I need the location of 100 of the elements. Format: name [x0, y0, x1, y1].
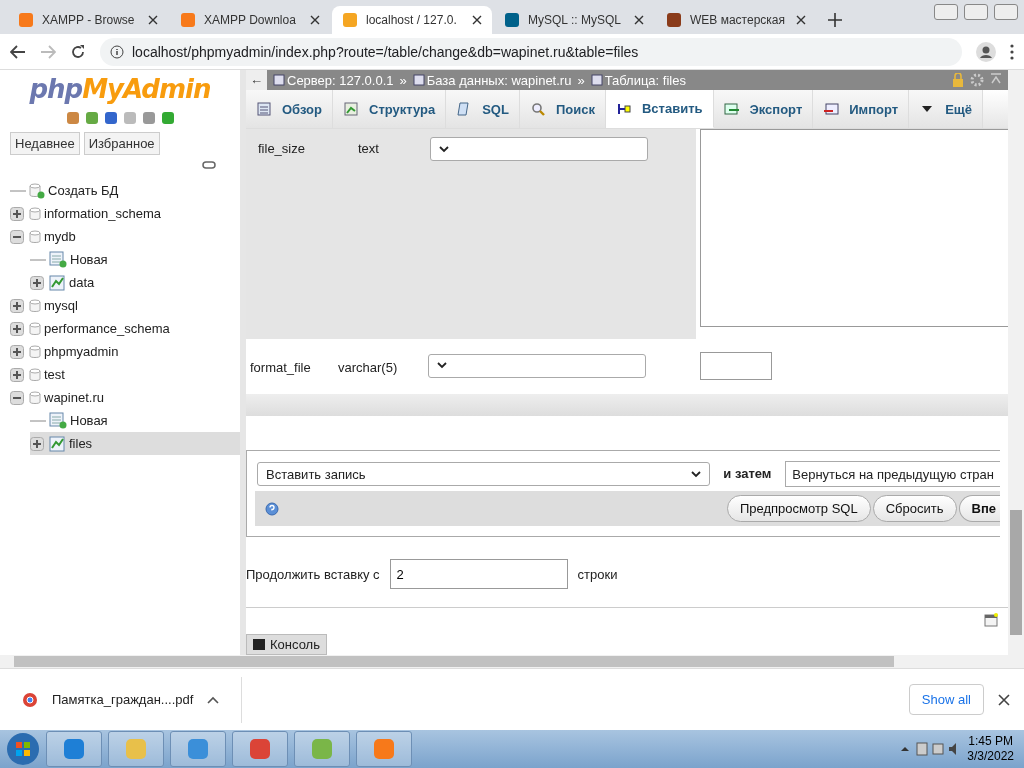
reload-icon[interactable]: [70, 43, 86, 60]
browser-tab[interactable]: XAMPP Downloa: [170, 6, 330, 34]
toolbar-icon[interactable]: [102, 110, 119, 126]
help-icon[interactable]: [265, 501, 279, 516]
clock[interactable]: 1:45 PM 3/3/2022: [967, 734, 1014, 764]
tree-item-label[interactable]: Создать БД: [48, 183, 119, 198]
favicon-icon: [504, 12, 520, 28]
tree-row[interactable]: Новая: [30, 409, 240, 432]
horizontal-scrollbar[interactable]: [0, 655, 1024, 668]
toolbar-icon[interactable]: [83, 110, 100, 126]
breadcrumb-link[interactable]: Таблица: files: [604, 72, 686, 88]
breadcrumb-link[interactable]: Сервер: 127.0.0.1: [287, 72, 394, 88]
terminal-icon: [253, 639, 265, 650]
minimize-button[interactable]: [934, 4, 958, 20]
toolbar-icon[interactable]: [64, 110, 81, 126]
address-bar[interactable]: localhost/phpmyadmin/index.php?route=/table/change&db=wapinet.ru&table=files: [100, 37, 962, 66]
form-button[interactable]: Предпросмотр SQL: [726, 495, 871, 522]
close-icon[interactable]: [998, 693, 1010, 706]
tab[interactable]: Ещё: [909, 90, 983, 128]
taskbar-app-button[interactable]: [46, 731, 102, 767]
browser-tab[interactable]: XAMPP - Browse: [8, 6, 168, 34]
browser-tab[interactable]: localhost / 127.0.: [332, 6, 492, 34]
back-icon[interactable]: [10, 44, 26, 59]
chevron-up-icon[interactable]: [207, 695, 220, 704]
form-button[interactable]: Сбросить: [872, 495, 957, 522]
close-icon[interactable]: [634, 15, 644, 25]
favicon-icon: [180, 12, 196, 28]
after-insert-dropdown[interactable]: Вернуться на предыдущую стран: [785, 461, 1000, 487]
tree-item-label[interactable]: files: [69, 436, 93, 451]
expand-icon[interactable]: [10, 321, 26, 336]
insert-mode-dropdown[interactable]: Вставить запись: [257, 462, 710, 486]
tree-row[interactable]: Новая: [30, 248, 240, 271]
row-count-input[interactable]: 2: [389, 559, 568, 589]
notepad-icon[interactable]: [984, 613, 998, 627]
tab[interactable]: Поиск: [519, 90, 606, 128]
expand-icon[interactable]: [10, 298, 26, 313]
download-item[interactable]: Памятка_граждан....pdf: [0, 676, 243, 723]
expand-icon[interactable]: [10, 367, 26, 382]
start-button-icon[interactable]: [6, 732, 40, 766]
value-input[interactable]: [700, 351, 772, 380]
tree-row[interactable]: mysql: [10, 294, 240, 317]
tree-row[interactable]: wapinet.ru: [10, 386, 240, 409]
function-dropdown[interactable]: [430, 137, 648, 161]
tab[interactable]: SQL: [446, 90, 520, 128]
close-icon[interactable]: [796, 15, 806, 25]
taskbar-app-button[interactable]: [232, 731, 288, 767]
tab[interactable]: Обзор: [246, 90, 333, 128]
sidebar-tab-button[interactable]: Избранное: [83, 132, 160, 155]
expand-icon[interactable]: [10, 344, 26, 359]
database-icon: [29, 344, 41, 359]
expand-icon[interactable]: [10, 206, 26, 221]
tab[interactable]: Структура: [333, 90, 447, 128]
tree-item-label[interactable]: Новая: [70, 252, 108, 267]
tree-row[interactable]: Создать БД: [10, 179, 240, 202]
tree-row[interactable]: files: [30, 432, 240, 455]
function-dropdown[interactable]: [428, 353, 646, 378]
vertical-scrollbar[interactable]: [1008, 70, 1024, 655]
link-icon[interactable]: [202, 161, 216, 169]
close-icon[interactable]: [310, 15, 320, 25]
close-button[interactable]: [994, 4, 1018, 20]
expand-icon[interactable]: [30, 275, 46, 290]
tab[interactable]: Вставить: [605, 90, 714, 128]
tree-row[interactable]: information_schema: [10, 202, 240, 225]
tree-row[interactable]: phpmyadmin: [10, 340, 240, 363]
show-all-button[interactable]: Show all: [908, 684, 984, 715]
back-link[interactable]: ←: [246, 70, 267, 90]
sidebar-tab-button[interactable]: Недавнее: [10, 132, 80, 155]
close-icon[interactable]: [472, 15, 482, 25]
tab[interactable]: Импорт: [813, 90, 910, 128]
tree-item-label[interactable]: performance_schema: [44, 321, 170, 336]
maximize-button[interactable]: [964, 4, 988, 20]
browser-tab[interactable]: MySQL :: MySQL: [494, 6, 654, 34]
menu-icon[interactable]: [1010, 43, 1014, 60]
toolbar-icon[interactable]: [140, 110, 157, 126]
tree-item-label[interactable]: wapinet.ru: [44, 390, 104, 405]
console-tab[interactable]: Консоль: [246, 634, 327, 655]
toolbar-icon[interactable]: [159, 110, 176, 126]
favicon-icon: [666, 12, 682, 28]
tree-row[interactable]: performance_schema: [10, 317, 240, 340]
new-tab-icon[interactable]: [828, 13, 842, 27]
tree-item-label[interactable]: phpmyadmin: [44, 344, 119, 359]
collapse-icon[interactable]: [10, 229, 26, 244]
tree-item-label[interactable]: mydb: [44, 229, 76, 244]
tree-item-label[interactable]: information_schema: [44, 206, 162, 221]
tree-row[interactable]: data: [30, 271, 240, 294]
browser-tab[interactable]: WEB мастерская: [656, 6, 816, 34]
collapse-icon[interactable]: [10, 390, 26, 405]
tab[interactable]: Экспорт: [713, 90, 814, 128]
logo[interactable]: phpMyAdmin: [0, 74, 240, 104]
tree-item-label[interactable]: Новая: [70, 413, 108, 428]
form-button[interactable]: Впе: [958, 495, 1000, 522]
tree-item-label[interactable]: mysql: [44, 298, 78, 313]
profile-icon[interactable]: [976, 41, 996, 62]
tree-item-label[interactable]: data: [69, 275, 95, 290]
expand-icon[interactable]: [30, 436, 46, 451]
tree-item-label[interactable]: test: [44, 367, 65, 382]
tree-row[interactable]: test: [10, 363, 240, 386]
tree-row[interactable]: mydb: [10, 225, 240, 248]
close-icon[interactable]: [148, 15, 158, 25]
breadcrumb-link[interactable]: База данных: wapinet.ru: [426, 72, 572, 88]
